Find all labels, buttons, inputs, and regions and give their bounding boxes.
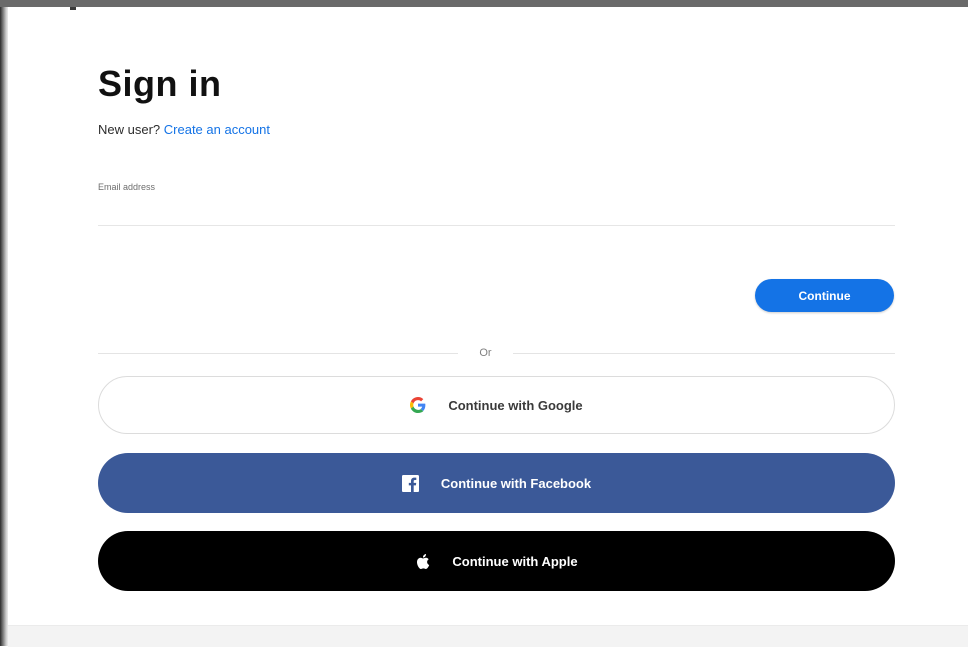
page-bottom-strip [8, 625, 968, 647]
continue-with-apple-button[interactable]: Continue with Apple [98, 531, 895, 591]
frame-grip [70, 7, 76, 10]
google-button-label: Continue with Google [448, 397, 583, 413]
google-g-icon [410, 397, 426, 413]
sign-in-card: Sign in New user? Create an account Emai… [98, 0, 895, 620]
continue-button[interactable]: Continue [755, 279, 894, 312]
new-user-prompt: New user? [98, 122, 161, 137]
or-divider: Or [98, 346, 895, 360]
apple-button-label: Continue with Apple [452, 553, 578, 569]
continue-with-facebook-button[interactable]: Continue with Facebook [98, 453, 895, 513]
facebook-button-label: Continue with Facebook [440, 475, 592, 491]
window-left-frame [0, 7, 8, 646]
facebook-f-icon [401, 474, 419, 492]
new-user-line: New user? Create an account [98, 122, 270, 138]
create-account-link[interactable]: Create an account [164, 122, 270, 137]
email-field[interactable] [98, 196, 895, 226]
email-label: Email address [98, 182, 156, 192]
page-title: Sign in [98, 63, 222, 104]
divider-text: Or [479, 347, 492, 359]
divider-line-left [98, 353, 458, 354]
continue-with-google-button[interactable]: Continue with Google [98, 376, 895, 434]
apple-logo-icon [415, 553, 430, 570]
divider-line-right [513, 353, 895, 354]
